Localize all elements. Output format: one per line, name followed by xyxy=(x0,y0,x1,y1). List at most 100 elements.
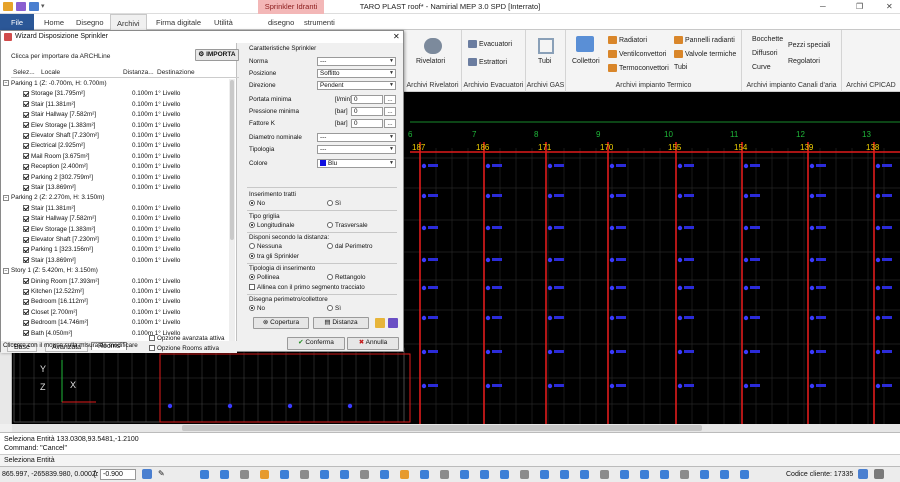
tree-item[interactable]: Electrical [2.925m²] 0.100m 1° Livello xyxy=(1,141,229,150)
estrattori-button[interactable]: Estrattori xyxy=(468,58,507,66)
collettori-button[interactable]: Collettori xyxy=(572,58,600,65)
room-checkbox[interactable] xyxy=(23,236,29,243)
import-button[interactable]: ⚙ IMPORTA xyxy=(195,49,239,61)
collapse-icon[interactable]: − xyxy=(3,194,9,201)
room-checkbox[interactable] xyxy=(23,90,29,97)
room-checkbox[interactable] xyxy=(23,298,29,305)
room-checkbox[interactable] xyxy=(23,278,29,285)
allinea-checkbox[interactable]: Allinea con il primo segmento tracciato xyxy=(249,284,365,291)
toolbar-tool-icon[interactable] xyxy=(360,470,369,479)
tab-archivi[interactable]: Archivi xyxy=(110,14,147,30)
tree-item[interactable]: Stair Hallway [7.582m²] 0.100m 1° Livello xyxy=(1,110,229,119)
tab-context-disegno[interactable]: disegno xyxy=(262,14,300,30)
select-field[interactable]: Pendent ▼ xyxy=(317,81,396,90)
column-distance[interactable]: Distanza... xyxy=(123,69,154,76)
tree-item[interactable]: Kitchen [12.522m²] 0.100m 1° Livello xyxy=(1,287,229,296)
radiatori-button[interactable]: Radiatori xyxy=(608,36,647,44)
number-input[interactable]: 0 xyxy=(351,107,383,116)
z-value-field[interactable]: -0.900 xyxy=(100,469,136,480)
room-checkbox[interactable] xyxy=(23,226,29,233)
scrollbar-thumb[interactable] xyxy=(182,425,702,431)
rivelatori-button[interactable]: Rivelatori xyxy=(416,58,445,65)
toolbar-tool-icon[interactable] xyxy=(400,470,409,479)
room-checkbox[interactable] xyxy=(23,132,29,139)
tree-item[interactable]: Stair [11.381m²] 0.100m 1° Livello xyxy=(1,100,229,109)
room-checkbox[interactable] xyxy=(23,122,29,129)
valvole-termiche-button[interactable]: Valvole termiche xyxy=(674,50,736,58)
tab-context-strumenti[interactable]: strumenti xyxy=(298,14,341,30)
ellipsis-button[interactable]: ... xyxy=(384,95,396,104)
tubi-gas-button[interactable]: Tubi xyxy=(538,58,551,65)
column-destination[interactable]: Destinazione xyxy=(157,69,195,76)
layer-icon[interactable] xyxy=(142,469,152,479)
toolbar-tool-icon[interactable] xyxy=(660,470,669,479)
toolbar-tool-icon[interactable] xyxy=(600,470,609,479)
select-field[interactable]: --- ▼ xyxy=(317,145,396,154)
disegna-no-radio[interactable]: No xyxy=(249,305,265,312)
pannelli-radianti-button[interactable]: Pannelli radianti xyxy=(674,36,735,44)
tree-item[interactable]: Reception [2.400m²] 0.100m 1° Livello xyxy=(1,162,229,171)
tree-item[interactable]: Stair [11.381m²] 0.100m 1° Livello xyxy=(1,204,229,213)
toolbar-tool-icon[interactable] xyxy=(720,470,729,479)
toolbar-tool-icon[interactable] xyxy=(580,470,589,479)
collapse-icon[interactable]: − xyxy=(3,267,9,274)
collapse-icon[interactable]: − xyxy=(3,80,9,87)
tree-item[interactable]: Mail Room [3.675m²] 0.100m 1° Livello xyxy=(1,152,229,161)
room-checkbox[interactable] xyxy=(23,142,29,149)
toolbar-tool-icon[interactable] xyxy=(200,470,209,479)
column-select[interactable]: Selez... xyxy=(13,69,35,76)
room-checkbox[interactable] xyxy=(23,288,29,295)
restore-icon[interactable]: ❐ xyxy=(856,2,863,11)
pollinea-radio[interactable]: Pollinea xyxy=(249,274,279,281)
tra-gli-sprinkler-radio[interactable]: tra gli Sprinkler xyxy=(249,253,299,260)
toolbar-tool-icon[interactable] xyxy=(440,470,449,479)
tree-group[interactable]: − Parking 2 (Z: 2.270m, H: 3.150m) xyxy=(1,193,229,202)
toolbar-tool-icon[interactable] xyxy=(380,470,389,479)
room-checkbox[interactable] xyxy=(23,257,29,264)
toolbar-tool-icon[interactable] xyxy=(320,470,329,479)
close-icon[interactable]: ✕ xyxy=(886,2,893,11)
select-field[interactable]: Soffitto ▼ xyxy=(317,69,396,78)
tree-item[interactable]: Elevator Shaft [7.230m²] 0.100m 1° Livell… xyxy=(1,235,229,244)
toolbar-tool-icon[interactable] xyxy=(460,470,469,479)
inserimento-no-radio[interactable]: No xyxy=(249,200,265,207)
diffusori-button[interactable]: Diffusori xyxy=(752,50,778,57)
regolatori-button[interactable]: Regolatori xyxy=(788,58,820,65)
save-file-icon[interactable] xyxy=(388,318,398,328)
evacuatori-button[interactable]: Evacuatori xyxy=(468,40,512,48)
tree-group[interactable]: − Story 1 (Z: 5.420m, H: 3.150m) xyxy=(1,266,229,275)
room-checkbox[interactable] xyxy=(23,330,29,337)
color-select[interactable]: Blu ▼ xyxy=(317,159,396,168)
toolbar-tool-icon[interactable] xyxy=(520,470,529,479)
toolbar-tool-icon[interactable] xyxy=(220,470,229,479)
pezzi-speciali-button[interactable]: Pezzi speciali xyxy=(788,42,830,49)
copertura-button[interactable]: ⊗ Copertura xyxy=(253,317,309,329)
room-tree[interactable]: − Parking 1 (Z: -0.700m, H: 0.700m) Storag… xyxy=(1,79,237,341)
tree-item[interactable]: Closet [2.700m²] 0.100m 1° Livello xyxy=(1,308,229,317)
curve-button[interactable]: Curve xyxy=(752,64,771,71)
room-checkbox[interactable] xyxy=(23,184,29,191)
tree-item[interactable]: Stair Hallway [7.582m²] 0.100m 1° Livello xyxy=(1,214,229,223)
ventilconvettori-button[interactable]: Ventilconvettori xyxy=(608,50,666,58)
tab-disegno[interactable]: Disegno xyxy=(70,14,110,30)
horizontal-scrollbar[interactable] xyxy=(12,424,900,432)
toolbar-tool-icon[interactable] xyxy=(480,470,489,479)
tree-item[interactable]: Elevator Shaft [7.230m²] 0.100m 1° Livell… xyxy=(1,131,229,140)
room-checkbox[interactable] xyxy=(23,101,29,108)
room-checkbox[interactable] xyxy=(23,153,29,160)
tree-item[interactable]: Elev Storage [1.383m²] 0.100m 1° Livello xyxy=(1,121,229,130)
tree-item[interactable]: Storage [31.795m²] 0.100m 1° Livello xyxy=(1,89,229,98)
toolbar-tool-icon[interactable] xyxy=(240,470,249,479)
tree-item[interactable]: Stair [13.869m²] 0.100m 1° Livello xyxy=(1,183,229,192)
toolbar-tool-icon[interactable] xyxy=(280,470,289,479)
opzione-avanzata-checkbox[interactable]: Opzione avanzata attiva xyxy=(149,335,225,342)
inserimento-si-radio[interactable]: Sì xyxy=(327,200,341,207)
opzione-rooms-checkbox[interactable]: Opzione Rooms attiva xyxy=(149,345,219,352)
pencil-icon[interactable]: ✎ xyxy=(158,469,165,478)
tree-group[interactable]: − Parking 1 (Z: -0.700m, H: 0.700m) xyxy=(1,79,229,88)
toolbar-tool-icon[interactable] xyxy=(560,470,569,479)
tree-item[interactable]: Elev Storage [1.383m²] 0.100m 1° Livello xyxy=(1,225,229,234)
settings-icon[interactable] xyxy=(858,469,868,479)
toolbar-tool-icon[interactable] xyxy=(540,470,549,479)
open-file-icon[interactable] xyxy=(375,318,385,328)
